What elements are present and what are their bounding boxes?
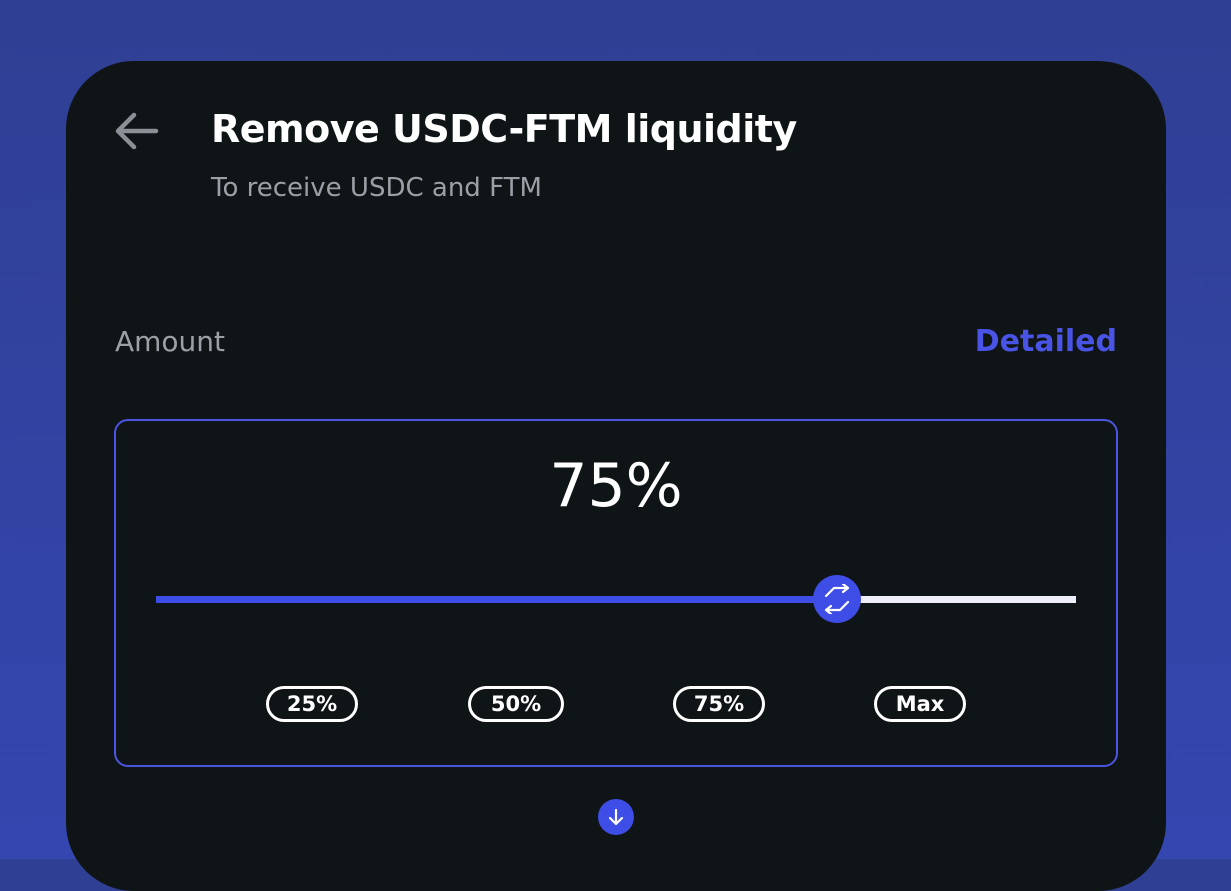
back-button[interactable] xyxy=(112,109,160,153)
arrow-left-icon xyxy=(115,112,159,150)
preset-50-button[interactable]: 50% xyxy=(468,686,564,722)
percent-value: 75% xyxy=(549,451,683,521)
preset-75-button[interactable]: 75% xyxy=(673,686,765,722)
slider-thumb[interactable] xyxy=(812,575,861,623)
detailed-link[interactable]: Detailed xyxy=(975,324,1117,359)
swap-arrows-icon xyxy=(824,584,849,614)
amount-label: Amount xyxy=(115,325,226,358)
direction-button[interactable] xyxy=(598,799,634,835)
amount-slider[interactable] xyxy=(156,571,1076,631)
page-title: Remove USDC-FTM liquidity xyxy=(211,107,797,151)
arrow-down-icon xyxy=(608,808,624,826)
page-subtitle: To receive USDC and FTM xyxy=(211,173,542,203)
remove-liquidity-panel: Remove USDC-FTM liquidity To receive USD… xyxy=(66,61,1166,891)
preset-max-button[interactable]: Max xyxy=(874,686,966,722)
amount-selector-box: 75% 25% 50% 75% Max xyxy=(114,419,1118,767)
slider-fill xyxy=(156,596,837,603)
preset-25-button[interactable]: 25% xyxy=(266,686,358,722)
